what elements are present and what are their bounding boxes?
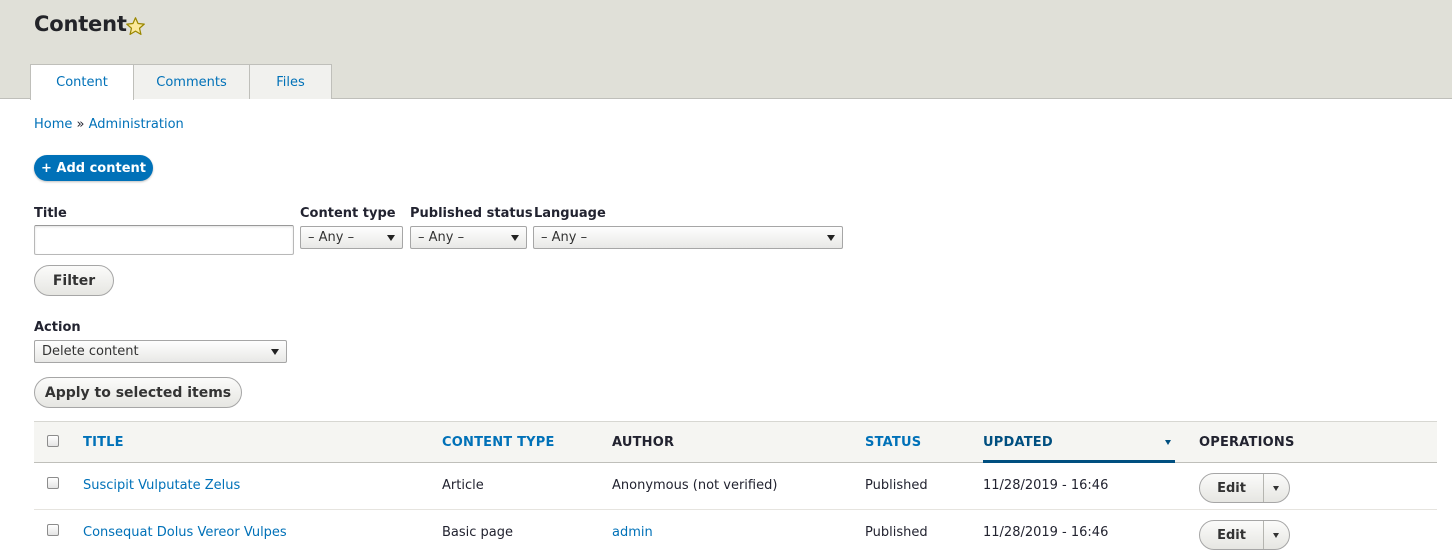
published-status-select-value: – Any – [418, 230, 465, 245]
row-select-checkbox[interactable] [47, 524, 59, 536]
add-content-button[interactable]: + Add content [34, 155, 153, 181]
content-type-select-value: – Any – [308, 230, 355, 245]
row-content-type: Basic page [442, 525, 514, 540]
row-title-link[interactable]: Consequat Dolus Vereor Vulpes [83, 525, 287, 540]
row-author-link[interactable]: admin [612, 525, 653, 540]
column-header-author: AUTHOR [612, 435, 675, 450]
language-select-value: – Any – [541, 230, 588, 245]
table-row: Consequat Dolus Vereor Vulpes Basic page… [34, 510, 1437, 557]
table-row: Suscipit Vulputate Zelus Article Anonymo… [34, 463, 1437, 510]
star-icon[interactable] [125, 16, 146, 37]
table-header: TITLE CONTENT TYPE AUTHOR STATUS UPDATED… [34, 421, 1437, 463]
breadcrumb-administration-link[interactable]: Administration [89, 117, 184, 132]
chevron-down-icon [511, 235, 519, 241]
page-header: Content Content Comments Files [0, 0, 1452, 100]
language-label: Language [534, 206, 606, 221]
breadcrumb-home-link[interactable]: Home [34, 117, 72, 132]
column-header-updated[interactable]: UPDATED [983, 435, 1053, 450]
chevron-down-icon [271, 349, 279, 355]
row-updated: 11/28/2019 - 16:46 [983, 478, 1109, 493]
edit-button[interactable]: Edit [1200, 474, 1264, 502]
row-author: Anonymous (not verified) [612, 478, 778, 493]
apply-to-selected-button[interactable]: Apply to selected items [34, 377, 242, 408]
operations-toggle-button[interactable] [1264, 521, 1289, 549]
chevron-down-icon [827, 235, 835, 241]
column-header-title[interactable]: TITLE [83, 435, 124, 450]
column-header-status[interactable]: STATUS [865, 435, 921, 450]
chevron-down-icon [387, 235, 395, 241]
chevron-down-icon [1273, 486, 1279, 491]
row-content-type: Article [442, 478, 484, 493]
row-title-link[interactable]: Suscipit Vulputate Zelus [83, 478, 240, 493]
sort-descending-icon [1165, 440, 1171, 445]
row-status: Published [865, 525, 928, 540]
operations-toggle-button[interactable] [1264, 474, 1289, 502]
breadcrumb-separator: » [76, 117, 85, 132]
row-operations-dropbutton: Edit [1199, 520, 1290, 550]
title-filter-input[interactable] [34, 225, 294, 255]
tab-files[interactable]: Files [249, 64, 332, 99]
edit-button[interactable]: Edit [1200, 521, 1264, 549]
row-status: Published [865, 478, 928, 493]
action-label: Action [34, 320, 81, 335]
row-updated: 11/28/2019 - 16:46 [983, 525, 1109, 540]
published-status-label: Published status [410, 206, 533, 221]
page-title: Content [34, 12, 127, 36]
chevron-down-icon [1273, 533, 1279, 538]
action-select[interactable]: Delete content [34, 340, 287, 363]
published-status-select[interactable]: – Any – [410, 226, 527, 249]
column-header-operations: OPERATIONS [1199, 435, 1295, 450]
tab-comments[interactable]: Comments [133, 64, 250, 99]
breadcrumb: Home » Administration [34, 117, 184, 132]
select-all-checkbox[interactable] [47, 435, 59, 447]
row-select-checkbox[interactable] [47, 477, 59, 489]
content-type-label: Content type [300, 206, 396, 221]
action-select-value: Delete content [42, 344, 139, 359]
language-select[interactable]: – Any – [533, 226, 843, 249]
filter-button[interactable]: Filter [34, 265, 114, 296]
content-type-select[interactable]: – Any – [300, 226, 403, 249]
title-filter-label: Title [34, 206, 67, 221]
row-operations-dropbutton: Edit [1199, 473, 1290, 503]
column-header-content-type[interactable]: CONTENT TYPE [442, 435, 555, 450]
tab-content[interactable]: Content [30, 64, 134, 100]
